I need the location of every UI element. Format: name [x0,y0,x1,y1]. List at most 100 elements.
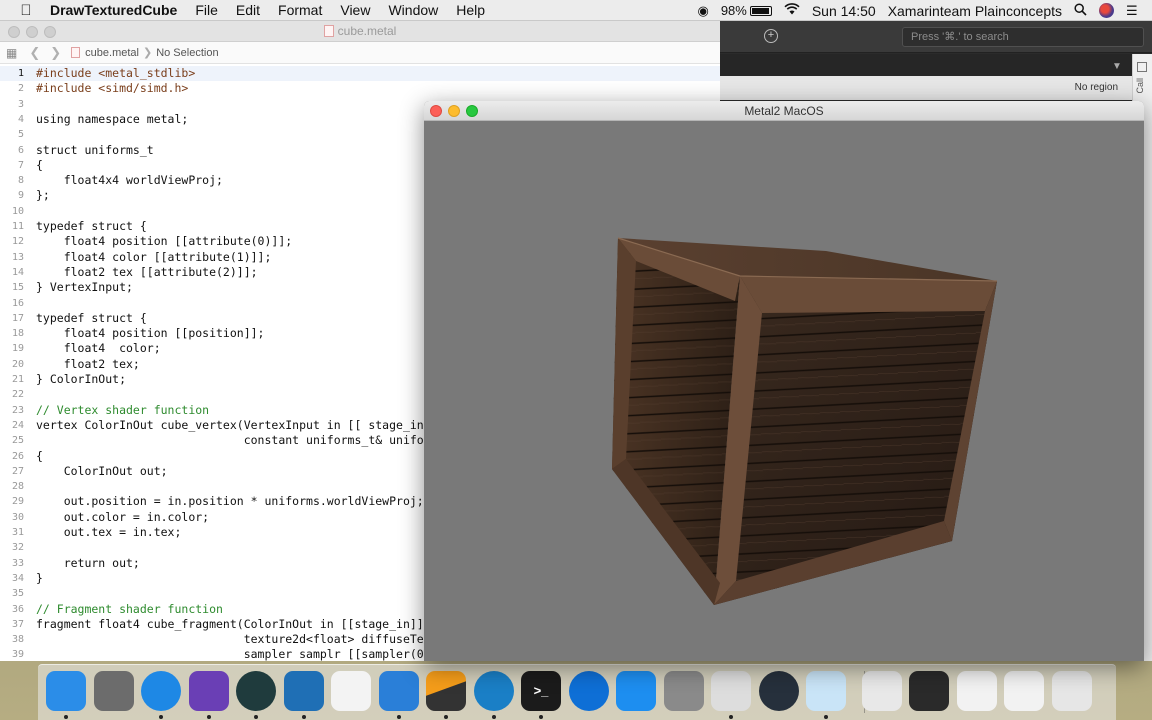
code-text: float4x4 worldViewProj; [36,173,223,188]
line-number: 13 [11,251,24,263]
minimize-button[interactable] [448,105,460,117]
dock-visual-studio-icon[interactable] [188,671,229,711]
dock-vscode-icon[interactable] [283,671,324,711]
metal-window: Metal2 MacOS [424,101,1144,661]
line-number: 24 [11,419,24,431]
code-text: } VertexInput; [36,280,133,295]
related-items-icon[interactable]: ▦ [6,46,17,60]
breadcrumb-selection[interactable]: No Selection [156,47,218,59]
menu-window[interactable]: Window [388,2,438,18]
dock-edge-icon[interactable] [473,671,514,711]
clock[interactable]: Sun 14:50 [812,3,876,19]
dock-system-preferences-icon[interactable] [663,671,704,711]
line-number: 9 [17,190,24,202]
code-text: float2 tex; [36,356,140,371]
code-text: typedef struct { [36,219,147,233]
siri-icon[interactable] [1099,3,1114,18]
dock-app-store-icon[interactable] [616,671,656,711]
line-number: 14 [11,266,24,278]
code-text: ColorInOut out; [36,463,168,478]
render-viewport[interactable] [424,121,1144,661]
minimize-button[interactable] [26,26,38,38]
menu-edit[interactable]: Edit [236,2,260,18]
metal-window-title: Metal2 MacOS [744,104,824,118]
line-number: 18 [11,328,24,340]
code-text: vertex ColorInOut cube_vertex(VertexInpu… [36,417,438,432]
zoom-button[interactable] [466,105,478,117]
dock-running-indicator [824,715,828,719]
dock-terminal-icon[interactable]: >_ [521,671,561,711]
menu-file[interactable]: File [195,2,218,18]
maximize-button[interactable] [44,26,56,38]
region-label: No region [1074,82,1118,93]
dock-gitkraken-icon[interactable] [236,671,276,711]
dock-xamarin-workbooks-icon[interactable] [331,671,371,711]
line-number: 6 [17,144,24,156]
code-line[interactable]: 1 #include <metal_stdlib> [0,66,720,82]
notification-center-icon[interactable]: ☰ [1126,3,1140,19]
dock-window-thumbnail-vs-icon[interactable] [1004,671,1044,711]
line-number: 8 [17,175,24,187]
menu-format[interactable]: Format [278,2,322,18]
dock-downloads-stack-icon[interactable] [861,671,902,711]
menu-app-name[interactable]: DrawTexturedCube [50,2,177,18]
call-label[interactable]: Call [1135,78,1145,94]
code-text: } ColorInOut; [36,372,127,386]
line-number: 32 [11,542,24,554]
back-chevron-icon[interactable]: ❮ [29,45,40,61]
line-number: 22 [11,389,24,401]
search-input[interactable]: Press '⌘.' to search [902,27,1144,47]
menu-help[interactable]: Help [456,2,485,18]
dock-teamviewer-icon[interactable] [568,671,609,711]
line-number: 19 [11,343,24,355]
dock-launchpad-icon[interactable] [93,671,134,711]
dock-running-indicator [301,715,306,719]
dock-trash-icon[interactable] [1051,671,1092,711]
wifi-icon[interactable] [784,3,800,18]
breadcrumb-file[interactable]: cube.metal [85,47,139,59]
code-text: float4 position [[position]]; [36,326,265,341]
dock-finder-icon[interactable] [46,671,86,711]
spotlight-icon[interactable] [1074,2,1087,19]
code-text: } [36,570,43,585]
dock-quicktime-icon[interactable] [758,671,799,711]
metal-titlebar[interactable]: Metal2 MacOS [424,101,1144,121]
menu-view[interactable]: View [340,2,370,18]
add-icon[interactable]: + [764,29,778,43]
user-name[interactable]: Xamarinteam Plainconcepts [888,3,1062,19]
dock-running-indicator [254,715,258,719]
apple-icon[interactable]:  [16,2,36,19]
dock-running-indicator [64,715,68,719]
breadcrumb-separator-icon: ❯ [142,47,153,59]
close-button[interactable] [430,105,442,117]
code-line[interactable]: 2 #include <simd/simd.h> [0,81,720,96]
code-text: float4 position [[attribute(0)]]; [36,234,293,249]
dock-safari-icon[interactable] [141,671,181,711]
dock-preview-icon[interactable] [806,671,846,711]
dock-sublime-text-icon[interactable] [426,671,466,711]
editor-titlebar[interactable]: cube.metal [0,21,720,42]
line-number: 25 [11,435,24,447]
code-text: using namespace metal; [36,111,189,126]
textured-cube [612,237,998,605]
code-text: { [36,157,43,172]
line-number: 34 [11,572,24,584]
jump-bar: ▦ ❮ ❯ cube.metal ❯ No Selection [0,42,720,64]
copy-icon[interactable] [1137,62,1147,72]
dock-xcode-icon[interactable] [378,671,419,711]
code-text: { [36,448,43,463]
close-button[interactable] [8,26,20,38]
code-text: // Fragment shader function [36,601,223,616]
recording-icon[interactable]: ◉ [697,3,708,19]
forward-chevron-icon[interactable]: ❯ [50,45,61,61]
dock-window-thumbnail-sublime-icon[interactable] [909,671,949,711]
dock-trim-enabler-icon[interactable] [711,671,751,711]
battery-status[interactable]: 98% [721,3,772,18]
chevron-down-icon[interactable]: ▼ [1112,61,1122,72]
document-icon [323,25,334,37]
dock-running-indicator [159,715,163,719]
line-number: 20 [11,358,24,370]
battery-icon [749,5,772,16]
dock-window-thumbnail-xcode-icon[interactable] [956,671,997,711]
line-number: 17 [11,312,24,324]
